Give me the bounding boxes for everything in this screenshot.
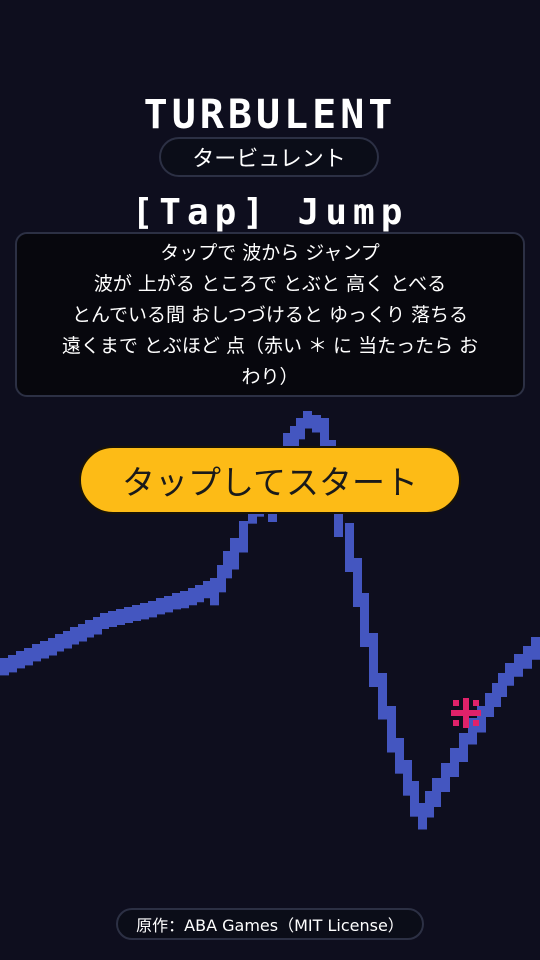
game-screen[interactable]: TURBULENT タービュレント [Tap] Jump タップで 波から ジャ… [0,0,540,960]
wave-segment [24,648,33,666]
wave-segment [108,611,117,627]
wave-segment [303,411,312,429]
wave-segment [100,613,109,629]
wave-segment [432,778,441,807]
instruction-line: 波が 上がる ところで とぶと 高く とべる [93,273,447,295]
wave-segment [410,781,419,817]
wave-segment [531,637,540,660]
controls-hint: [Tap] Jump [131,192,409,233]
wave-segment [164,596,173,613]
instruction-line: 遠くまで とぶほど 点（赤い ＊ に 当たったら お [61,335,479,357]
wave-segment [0,658,9,676]
wave-segment [395,738,404,774]
wave-segment [441,763,450,792]
instruction-line: わり） [241,366,299,388]
wave-segment [156,598,165,615]
start-button[interactable]: タップしてスタート [79,446,461,514]
wave-segment [116,609,125,625]
red-asterisk-icon [451,698,481,728]
wave-segment [40,641,49,659]
wave-segment [124,607,133,623]
wave-segment [514,654,523,677]
wave-segment [459,733,468,762]
wave-segment [450,748,459,777]
wave-segment [345,523,354,572]
game-subtitle: タービュレント [159,137,379,177]
game-title: TURBULENT [143,92,397,138]
wave-segment [239,521,248,553]
wave-segment [140,603,149,620]
wave-segment [230,538,239,570]
wave-segment [312,415,321,433]
wave-segment [477,706,486,733]
wave-segment [70,627,79,645]
wave-segment [16,651,25,669]
wave-segment [523,646,532,669]
wave-segment [195,585,204,603]
wave-segment [85,620,94,638]
instructions-panel: タップで 波から ジャンプ 波が 上がる ところで とぶと 高く とべる とんで… [15,232,525,397]
wave-segment [505,663,514,686]
wave-segment [180,591,189,609]
wave-segment [55,634,64,652]
wave-segment [360,593,369,647]
credit-label: 原作：ABA Games（MIT License） [116,908,424,940]
wave-segment [378,673,387,720]
wave-segment [8,655,17,673]
wave-segment [387,706,396,753]
instruction-line: タップで 波から ジャンプ [160,242,380,264]
wave-segment [132,605,141,621]
wave-segment [172,593,181,610]
wave-segment [148,601,157,618]
wave-segment [369,633,378,687]
wave-segment [32,644,41,662]
instruction-line: とんでいる間 おしつづけると ゆっくり 落ちる [71,304,469,326]
